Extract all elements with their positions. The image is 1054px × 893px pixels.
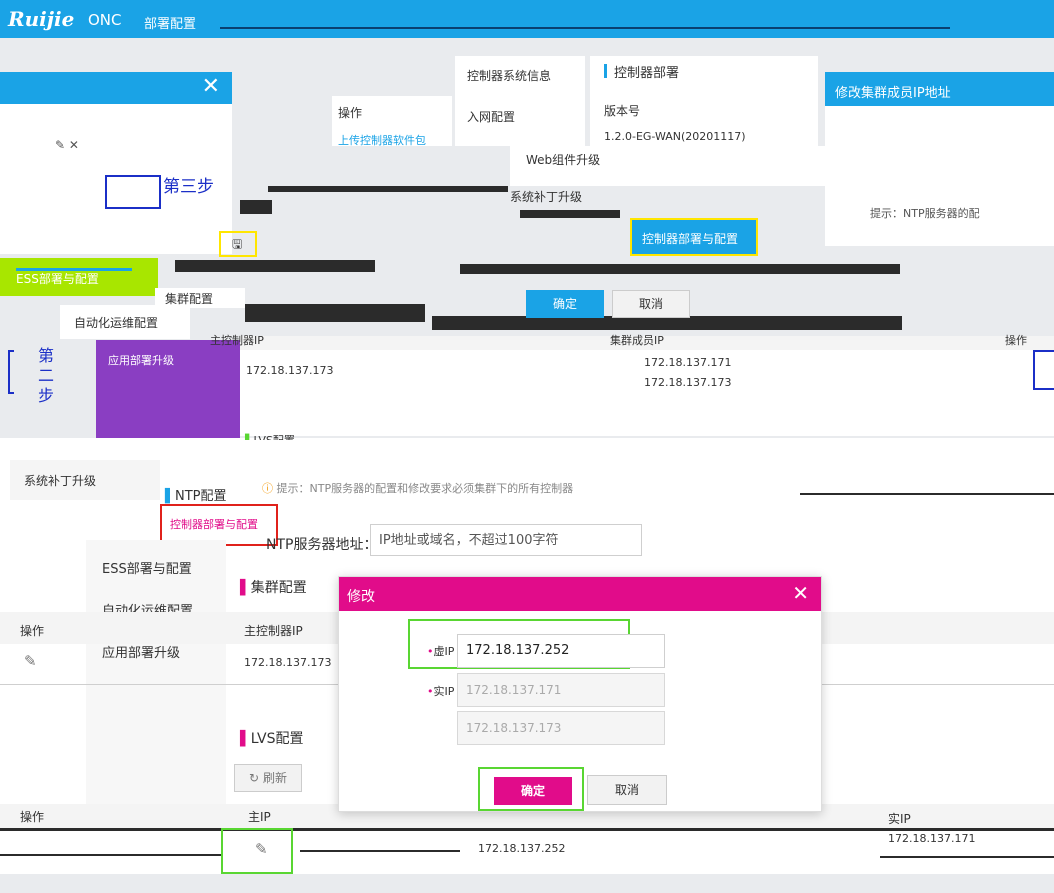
col-master-ip: 主控制器IP [210, 334, 264, 347]
op-card: 操作 上传控制器软件包 [332, 96, 452, 148]
cancel-button-top[interactable]: 取消 [612, 290, 690, 318]
close-icon[interactable]: ✕ [792, 581, 809, 605]
menu-ess[interactable]: ESS部署与配置 [102, 558, 192, 577]
save-icon[interactable]: 🖫 [232, 235, 242, 256]
ntp-server-label: NTP服务器地址： [266, 537, 378, 553]
mask-bar [245, 304, 425, 322]
cluster-title-bottom: ▌集群配置 [240, 580, 307, 596]
mask-bar [460, 264, 900, 274]
op-label: 操作 [338, 106, 363, 120]
blue-underline [16, 268, 132, 271]
mask-bar [800, 493, 1054, 495]
refresh-button[interactable]: ↻ 刷新 [234, 764, 302, 792]
ntp-server-input[interactable]: IP地址或域名，不超过100字符 [370, 524, 642, 556]
mask-bar [520, 210, 620, 218]
edit-icon-highlight[interactable] [1033, 350, 1054, 390]
page-title: 部署配置 [144, 17, 197, 32]
edit-cluster-dialog-header: 修改集群成员IP地址 [825, 72, 1054, 106]
ruijie-logo: Ruijie [8, 7, 75, 31]
cluster-table: 主控制器IP 集群成员IP 操作 172.18.137.173 172.18.1… [210, 334, 1054, 436]
edit-icon[interactable]: ✎ ✕ [55, 138, 79, 152]
header-divider [220, 27, 950, 29]
modal-ok-button[interactable]: 确定 [494, 777, 572, 805]
top-header-bar: Ruijie ONC 部署配置 [0, 0, 1054, 38]
warning-icon: ⓘ [262, 482, 273, 495]
version-card: 控制器部署 版本号 1.2.0-EG-WAN(20201117) [590, 56, 818, 146]
app-upgrade-highlight[interactable]: 应用部署升级 [96, 340, 240, 438]
col-op: 操作 [20, 810, 45, 824]
step3-label: 第三步 [163, 177, 214, 197]
edit-icon[interactable]: ✎ [255, 840, 268, 858]
edit-modal: 修改 ✕ •虚IP 172.18.137.252 •实IP 172.18.137… [338, 576, 822, 812]
member-ip-cell: 172.18.137.171 [644, 356, 732, 369]
col-op: 操作 [20, 624, 45, 638]
member-ip-cell: 172.18.137.173 [644, 376, 732, 389]
col-member-ip: 集群成员IP [610, 334, 664, 347]
step2-highlight [8, 350, 14, 394]
ess-highlight-item[interactable]: ESS部署与配置 [0, 258, 158, 296]
mask-bar [0, 854, 221, 856]
top-menu-card: 控制器系统信息 入网配置 [455, 56, 585, 146]
mask-bar [268, 186, 508, 192]
col-master-ip: 主控制器IP [244, 624, 303, 638]
realip-cell: 172.18.137.171 [888, 832, 976, 845]
menu-auto-ops[interactable]: 自动化运维配置 [74, 314, 158, 331]
mask-bar [240, 200, 272, 214]
realip-label: •实IP [427, 685, 455, 698]
mask-bar [880, 856, 1054, 858]
menu-web-upgrade[interactable]: Web组件升级 [526, 151, 600, 168]
mask-bar [0, 828, 1054, 831]
vip-label: •虚IP [427, 645, 455, 658]
master-ip-cell: 172.18.137.173 [244, 656, 332, 669]
step3-highlight [105, 175, 161, 209]
menu-sys-info[interactable]: 控制器系统信息 [467, 67, 551, 84]
menu-patch[interactable]: 系统补丁升级 [24, 472, 96, 489]
vip-cell: 172.18.137.252 [478, 842, 566, 855]
menu-app-upgrade[interactable]: 应用部署升级 [102, 642, 180, 661]
ntp-title-bottom: ▌NTP配置 [165, 489, 227, 504]
modal-header: 修改 ✕ [339, 577, 821, 611]
refresh-icon: ↻ [249, 771, 260, 785]
upload-link[interactable]: 上传控制器软件包 [338, 132, 426, 148]
modal-title: 修改 [347, 589, 375, 605]
app-name: ONC [88, 11, 122, 29]
mask-bar [175, 260, 375, 272]
col-vip: 主IP [248, 810, 271, 824]
mask-bar [300, 850, 460, 852]
left-dialog-header: ✕ [0, 72, 232, 104]
col-op: 操作 [1005, 334, 1027, 347]
menu-network[interactable]: 入网配置 [467, 108, 515, 125]
modal-cancel-button[interactable]: 取消 [587, 775, 667, 805]
col-real-ip: 实IP [888, 812, 911, 826]
mask-bar [432, 316, 902, 330]
deploy-config-highlight[interactable]: 控制器部署与配置 [630, 218, 758, 256]
ok-button-top[interactable]: 确定 [526, 290, 604, 318]
lvs-title-bottom: ▌LVS配置 [240, 731, 304, 747]
ntp-tip-top: 提示：NTP服务器的配 [870, 207, 980, 220]
save-highlight: 🖫 [219, 231, 257, 257]
edit-icon[interactable]: ✎ [24, 652, 37, 670]
step2-label: 第二步 [38, 346, 55, 405]
auto-ops-card: 自动化运维配置 [60, 305, 190, 339]
edit-highlight: ✎ [221, 828, 293, 874]
version-label: 版本号 [604, 104, 641, 118]
edit-cluster-dialog-body [825, 106, 1054, 246]
version-value: 1.2.0-EG-WAN(20201117) [604, 130, 746, 143]
close-icon[interactable]: ✕ [202, 74, 220, 99]
submenu-panel: ESS部署与配置 自动化运维配置 应用部署升级 [86, 540, 226, 810]
master-ip-cell: 172.18.137.173 [246, 364, 334, 377]
realip-input-2: 172.18.137.173 [457, 711, 665, 745]
realip-input-1: 172.18.137.171 [457, 673, 665, 707]
ntp-tip-bottom: ⓘ 提示：NTP服务器的配置和修改要求必须集群下的所有控制器 [262, 482, 574, 495]
menu-patch-partial[interactable]: 系统补丁升级 [510, 188, 582, 205]
vip-input[interactable]: 172.18.137.252 [457, 634, 665, 668]
bottom-footer [0, 874, 1054, 893]
patch-card: 系统补丁升级 [10, 460, 160, 500]
section-title: 控制器部署 [614, 66, 680, 81]
